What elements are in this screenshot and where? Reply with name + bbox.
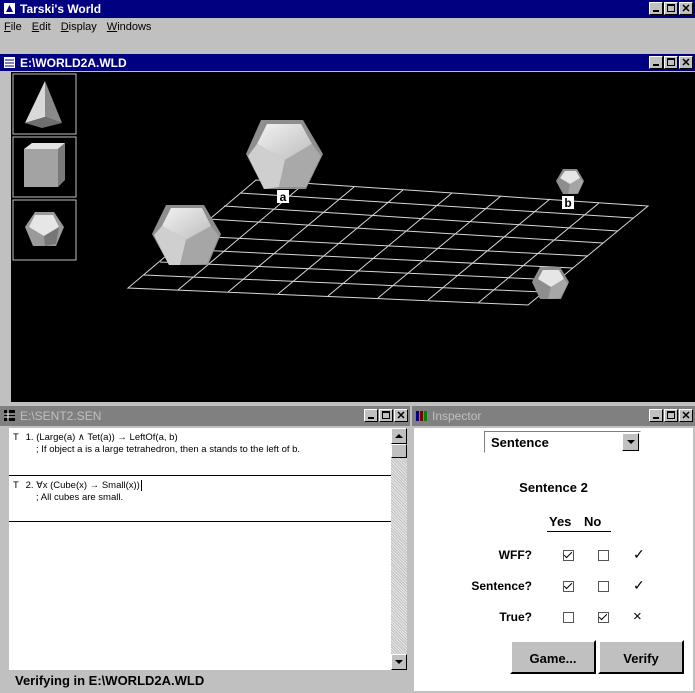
object-b-dodecahedron[interactable] xyxy=(556,169,584,194)
scroll-down-button[interactable] xyxy=(391,654,407,670)
sentence-comment: ; If object a is a large tetrahedron, th… xyxy=(36,444,301,455)
truth-marker: T xyxy=(13,432,19,443)
world-title: E:\WORLD2A.WLD xyxy=(20,56,127,70)
game-button[interactable]: Game... xyxy=(510,640,596,674)
verify-button-label: Verify xyxy=(623,651,659,666)
header-underline xyxy=(547,531,611,532)
sentence-item[interactable]: T 1. (Large(a) ∧ Tet(a)) → LeftOf(a, b) … xyxy=(9,428,391,476)
object-dodecahedron-small[interactable] xyxy=(532,267,569,299)
menu-file[interactable]: File xyxy=(4,18,22,36)
minimize-button[interactable] xyxy=(649,2,663,15)
verify-button[interactable]: Verify xyxy=(598,640,684,674)
world-close-button[interactable] xyxy=(679,56,693,69)
maximize-button[interactable] xyxy=(664,2,678,15)
wff-label: WFF? xyxy=(498,548,532,562)
inspector-titlebar[interactable]: Inspector xyxy=(412,406,695,426)
inspector-panel: Sentence Sentence 2 Yes No WFF? ✓ Senten… xyxy=(414,428,693,691)
sentence-heading: Sentence 2 xyxy=(519,480,588,495)
sentence-title: E:\SENT2.SEN xyxy=(20,409,102,423)
true-label: True? xyxy=(499,610,532,624)
sentence-label: Sentence? xyxy=(471,579,532,593)
sentence-comment: ; All cubes are small. xyxy=(36,492,124,503)
inspector-window: Inspector Sentence Sentence 2 Yes No WFF… xyxy=(412,406,695,693)
vertical-scrollbar[interactable] xyxy=(391,428,407,670)
text-cursor xyxy=(140,480,142,491)
mode-select[interactable]: Sentence xyxy=(484,431,641,453)
menu-bar: File Edit Display Windows xyxy=(0,18,695,36)
true-yes-checkbox[interactable] xyxy=(563,612,574,623)
sentence-window-icon xyxy=(4,410,15,421)
label-a: a xyxy=(277,190,289,204)
inspector-minimize-button[interactable] xyxy=(649,409,663,422)
menu-display[interactable]: Display xyxy=(61,18,97,36)
inspector-window-icon xyxy=(416,411,427,421)
menu-windows[interactable]: Windows xyxy=(107,18,152,36)
close-button[interactable] xyxy=(679,2,693,15)
col-no-header: No xyxy=(584,514,602,529)
svg-text:a: a xyxy=(280,190,287,204)
sentence-yes-checkbox[interactable] xyxy=(563,581,574,592)
wff-no-checkbox[interactable] xyxy=(598,550,609,561)
true-result-cross-icon: × xyxy=(633,608,642,625)
true-no-checkbox[interactable] xyxy=(598,612,609,623)
world-titlebar[interactable]: E:\WORLD2A.WLD xyxy=(0,54,695,71)
world-window: E:\WORLD2A.WLD a b xyxy=(0,52,695,402)
sentence-maximize-button[interactable] xyxy=(379,409,393,422)
sentence-no-checkbox[interactable] xyxy=(598,581,609,592)
world-window-icon xyxy=(4,57,15,68)
wff-yes-checkbox[interactable] xyxy=(563,550,574,561)
menu-edit[interactable]: Edit xyxy=(32,18,51,36)
scroll-thumb[interactable] xyxy=(391,444,407,458)
inspector-maximize-button[interactable] xyxy=(664,409,678,422)
inspector-close-button[interactable] xyxy=(679,409,693,422)
world-minimize-button[interactable] xyxy=(649,56,663,69)
status-bar: Verifying in E:\WORLD2A.WLD xyxy=(15,673,205,688)
sentence-text: 2. ∀x (Cube(x) → Small(x)) xyxy=(25,480,140,491)
app-title: Tarski's World xyxy=(20,2,102,16)
cube-icon[interactable] xyxy=(24,143,65,187)
scroll-up-button[interactable] xyxy=(391,428,407,444)
mode-select-value: Sentence xyxy=(491,435,549,450)
sentence-titlebar[interactable]: E:\SENT2.SEN xyxy=(0,406,410,426)
world-maximize-button[interactable] xyxy=(664,56,678,69)
game-button-label: Game... xyxy=(529,651,577,666)
world-canvas[interactable]: a b xyxy=(11,72,695,402)
svg-text:b: b xyxy=(564,196,571,210)
object-dodecahedron-large[interactable] xyxy=(152,205,221,265)
app-titlebar[interactable]: Tarski's World xyxy=(0,0,695,18)
col-yes-header: Yes xyxy=(549,514,572,529)
sentence-result-check-icon: ✓ xyxy=(633,577,645,593)
inspector-title: Inspector xyxy=(432,409,482,423)
app-icon xyxy=(4,3,15,14)
sentence-close-button[interactable] xyxy=(394,409,408,422)
sentence-item[interactable]: T 2. ∀x (Cube(x) → Small(x)) ; All cubes… xyxy=(9,476,391,522)
sentence-list[interactable]: T 1. (Large(a) ∧ Tet(a)) → LeftOf(a, b) … xyxy=(9,428,391,670)
truth-marker: T xyxy=(13,480,19,491)
sentence-minimize-button[interactable] xyxy=(364,409,378,422)
sentence-text: 1. (Large(a) ∧ Tet(a)) → LeftOf(a, b) xyxy=(25,432,178,443)
label-b: b xyxy=(562,196,574,210)
object-a-dodecahedron[interactable] xyxy=(246,120,323,189)
sentence-window: E:\SENT2.SEN T 1. (Large(a) ∧ Tet(a)) → … xyxy=(0,406,410,693)
dropdown-arrow-icon[interactable] xyxy=(622,433,639,451)
wff-result-check-icon: ✓ xyxy=(633,546,645,562)
